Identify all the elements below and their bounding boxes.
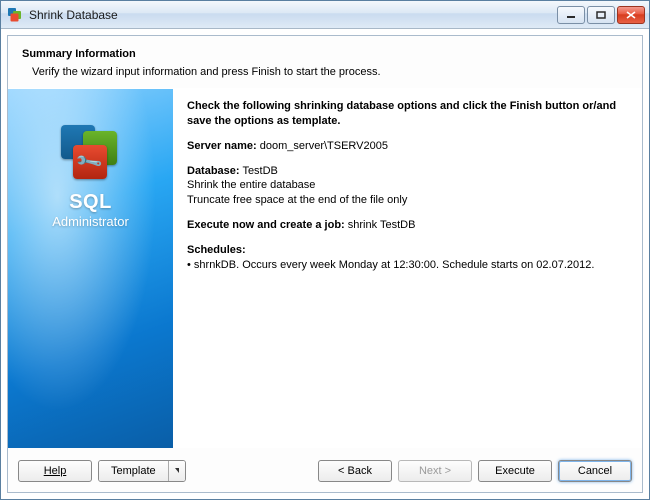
- wizard-frame: Summary Information Verify the wizard in…: [7, 35, 643, 493]
- wrench-icon: 🔧: [74, 147, 104, 177]
- database-label: Database:: [187, 165, 240, 177]
- product-logo-icon: 🔧: [59, 125, 123, 181]
- template-split-button: Template: [98, 460, 186, 482]
- product-subtitle: Administrator: [52, 214, 129, 229]
- wizard-header: Summary Information Verify the wizard in…: [8, 36, 642, 88]
- help-button[interactable]: Help: [18, 460, 92, 482]
- back-button[interactable]: < Back: [318, 460, 392, 482]
- close-button[interactable]: [617, 6, 645, 24]
- product-name: SQL: [69, 191, 112, 214]
- next-button: Next >: [398, 460, 472, 482]
- template-dropdown-button[interactable]: [169, 461, 185, 481]
- summary-content: Check the following shrinking database o…: [173, 89, 642, 448]
- wizard-body: 🔧 SQL Administrator Check the following …: [8, 89, 642, 448]
- server-name-value: doom_server\TSERV2005: [260, 140, 388, 152]
- button-bar: Help Template < Back Next > Execute Canc…: [8, 448, 642, 492]
- server-name-label: Server name:: [187, 140, 257, 152]
- minimize-button[interactable]: [557, 6, 585, 24]
- maximize-button[interactable]: [587, 6, 615, 24]
- cancel-button[interactable]: Cancel: [558, 460, 632, 482]
- db-option-1: Shrink the entire database: [187, 178, 628, 193]
- dialog-window: Shrink Database Summary Information Veri…: [0, 0, 650, 500]
- titlebar[interactable]: Shrink Database: [1, 1, 649, 29]
- execute-value: shrink TestDB: [348, 219, 416, 231]
- page-subtitle: Verify the wizard input information and …: [32, 66, 628, 78]
- execute-button[interactable]: Execute: [478, 460, 552, 482]
- summary-intro: Check the following shrinking database o…: [187, 100, 616, 127]
- side-banner: 🔧 SQL Administrator: [8, 89, 173, 448]
- page-title: Summary Information: [22, 48, 628, 60]
- chevron-down-icon: [175, 468, 179, 473]
- app-icon: [7, 7, 23, 23]
- execute-label: Execute now and create a job:: [187, 219, 345, 231]
- window-title: Shrink Database: [29, 8, 557, 22]
- window-controls: [557, 6, 645, 24]
- db-option-2: Truncate free space at the end of the fi…: [187, 193, 628, 208]
- schedule-item: • shrnkDB. Occurs every week Monday at 1…: [187, 258, 628, 273]
- template-button[interactable]: Template: [99, 461, 169, 481]
- schedules-label: Schedules:: [187, 244, 246, 256]
- database-value: TestDB: [242, 165, 277, 177]
